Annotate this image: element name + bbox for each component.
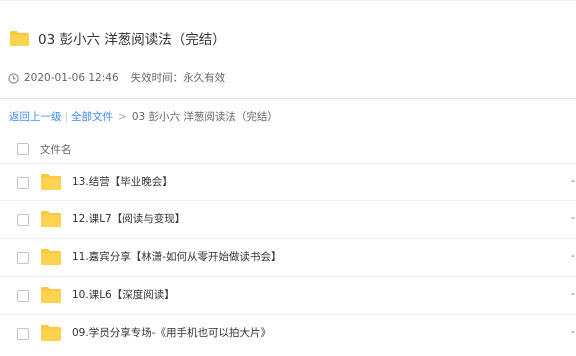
expire-time: 失效时间：永久有效 <box>130 72 226 84</box>
clock-icon <box>8 72 19 84</box>
file-name[interactable]: 13.结营【毕业晚会】 <box>72 175 173 189</box>
file-name[interactable]: 12.课L7【阅读与变现】 <box>72 212 185 226</box>
file-name[interactable]: 10.课L6【深度阅读】 <box>72 288 175 302</box>
breadcrumb-current: 03 彭小六 洋葱阅读法（完结） <box>131 111 278 123</box>
page-title: 03 彭小六 洋葱阅读法（完结） <box>38 32 226 48</box>
back-link[interactable]: 返回上一级 <box>9 111 62 123</box>
column-header-filename[interactable]: 文件名 <box>40 142 72 157</box>
share-date: 2020-01-06 12:46 <box>24 72 119 84</box>
file-size: - <box>571 175 575 187</box>
folder-icon <box>41 249 61 265</box>
row-checkbox[interactable] <box>17 290 29 302</box>
file-row[interactable]: 11.嘉宾分享【林潇-如何从零开始做读书会】 - <box>0 238 576 276</box>
header-divider <box>0 98 576 99</box>
row-checkbox[interactable] <box>17 214 29 226</box>
file-row[interactable]: 13.结营【毕业晚会】 - <box>0 163 576 201</box>
file-row[interactable]: 10.课L6【深度阅读】 - <box>0 276 576 314</box>
file-size: - <box>571 288 575 300</box>
all-files-link[interactable]: 全部文件 <box>71 111 113 123</box>
share-meta: 2020-01-06 12:46 失效时间：永久有效 <box>8 71 225 85</box>
breadcrumb: 返回上一级 | 全部文件 >03 彭小六 洋葱阅读法（完结） <box>9 110 278 124</box>
folder-icon <box>41 174 61 190</box>
file-name[interactable]: 09.学员分享专场-《用手机也可以拍大片》 <box>72 326 271 340</box>
file-size: - <box>571 326 575 338</box>
breadcrumb-separator: | <box>64 111 69 123</box>
file-name[interactable]: 11.嘉宾分享【林潇-如何从零开始做读书会】 <box>72 250 282 264</box>
file-size: - <box>571 212 575 224</box>
breadcrumb-arrow: > <box>118 111 127 123</box>
file-row[interactable]: 12.课L7【阅读与变现】 - <box>0 200 576 238</box>
folder-icon <box>41 211 61 227</box>
row-checkbox[interactable] <box>17 252 29 264</box>
list-header: 文件名 <box>0 136 576 163</box>
folder-icon <box>10 30 29 47</box>
file-size: - <box>571 250 575 262</box>
select-all-checkbox[interactable] <box>17 143 29 155</box>
share-header: 03 彭小六 洋葱阅读法（完结） 2020-01-06 12:46 失效时间：永… <box>0 0 576 96</box>
row-checkbox[interactable] <box>17 328 29 340</box>
row-checkbox[interactable] <box>17 177 29 189</box>
file-row[interactable]: 09.学员分享专场-《用手机也可以拍大片》 - <box>0 314 576 352</box>
top-border <box>0 0 576 1</box>
folder-icon <box>41 287 61 303</box>
folder-icon <box>41 325 61 341</box>
